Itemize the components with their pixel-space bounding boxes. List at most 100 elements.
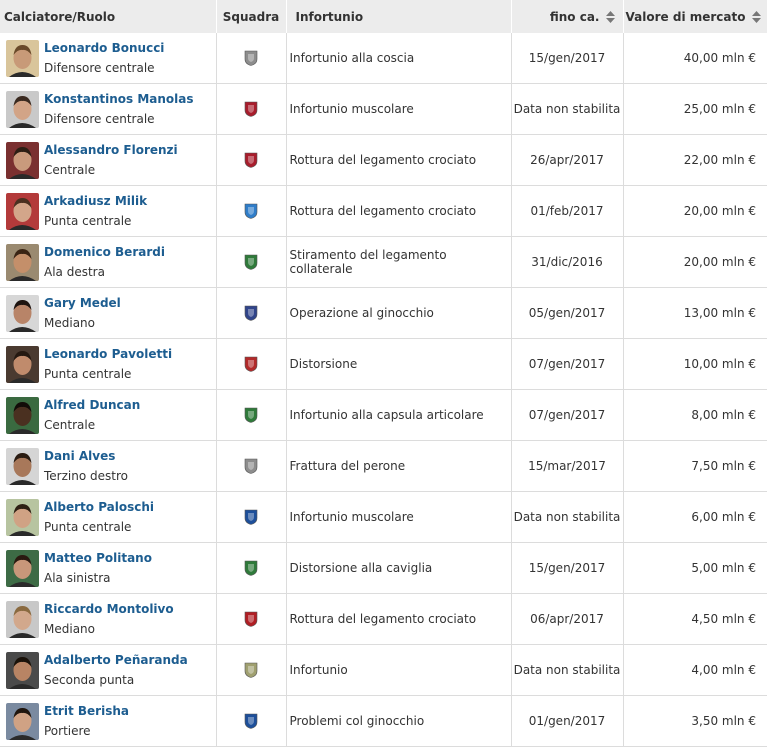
team-cell <box>215 287 287 339</box>
until-cell: 01/gen/2017 <box>511 695 624 747</box>
player-avatar[interactable] <box>6 39 39 77</box>
injury-cell: Distorsione alla caviglia <box>286 542 512 594</box>
team-cell <box>215 542 287 594</box>
player-role: Mediano <box>44 621 95 636</box>
player-avatar[interactable] <box>6 294 39 332</box>
milan-crest-icon[interactable] <box>244 611 258 627</box>
genoa-crest-icon[interactable] <box>244 356 258 372</box>
player-cell: Dani Alves Terzino destro <box>0 440 216 492</box>
header-injury[interactable]: Infortunio <box>286 0 512 33</box>
team-cell <box>215 33 287 84</box>
player-avatar[interactable] <box>6 396 39 434</box>
sort-icon[interactable] <box>605 11 615 23</box>
until-cell: Data non stabilita <box>511 83 624 135</box>
player-avatar[interactable] <box>6 447 39 485</box>
header-team[interactable]: Squadra <box>216 0 287 33</box>
player-role: Punta centrale <box>44 213 132 228</box>
until-cell: 15/gen/2017 <box>511 33 624 84</box>
player-cell: Matteo Politano Ala sinistra <box>0 542 216 594</box>
injury-cell: Frattura del perone <box>286 440 512 492</box>
table-row: Matteo Politano Ala sinistra Distorsione… <box>0 542 767 594</box>
player-name-link[interactable]: Etrit Berisha <box>44 703 129 720</box>
roma-crest-icon[interactable] <box>244 152 258 168</box>
player-cell: Riccardo Montolivo Mediano <box>0 593 216 645</box>
table-row: Leonardo Pavoletti Punta centrale Distor… <box>0 338 767 390</box>
player-avatar[interactable] <box>6 498 39 536</box>
player-avatar[interactable] <box>6 141 39 179</box>
player-role: Centrale <box>44 162 96 177</box>
player-role: Difensore centrale <box>44 60 155 75</box>
table-row: Arkadiusz Milik Punta centrale Rottura d… <box>0 185 767 237</box>
player-cell: Leonardo Pavoletti Punta centrale <box>0 338 216 390</box>
team-cell <box>215 338 287 390</box>
udinese-crest-icon[interactable] <box>244 662 258 678</box>
player-name-link[interactable]: Domenico Berardi <box>44 244 165 261</box>
player-cell: Etrit Berisha Portiere <box>0 695 216 747</box>
until-cell: 01/feb/2017 <box>511 185 624 237</box>
player-avatar[interactable] <box>6 192 39 230</box>
napoli-crest-icon[interactable] <box>244 203 258 219</box>
table-row: Adalberto Peñaranda Seconda punta Infort… <box>0 644 767 696</box>
inter-crest-icon[interactable] <box>244 305 258 321</box>
until-cell: 07/gen/2017 <box>511 389 624 441</box>
player-name-link[interactable]: Adalberto Peñaranda <box>44 652 188 669</box>
player-cell: Adalberto Peñaranda Seconda punta <box>0 644 216 696</box>
atalanta-crest-icon[interactable] <box>244 713 258 729</box>
player-avatar[interactable] <box>6 243 39 281</box>
player-role: Punta centrale <box>44 519 132 534</box>
injury-cell: Rottura del legamento crociato <box>286 134 512 186</box>
team-cell <box>215 185 287 237</box>
table-row: Riccardo Montolivo Mediano Rottura del l… <box>0 593 767 645</box>
header-until[interactable]: fino ca. <box>511 0 624 33</box>
player-name-link[interactable]: Dani Alves <box>44 448 128 465</box>
sassuolo-crest-icon[interactable] <box>244 254 258 270</box>
player-name-link[interactable]: Matteo Politano <box>44 550 152 567</box>
injury-cell: Problemi col ginocchio <box>286 695 512 747</box>
header-market-value[interactable]: Valore di mercato <box>623 0 767 33</box>
market-value-cell: 22,00 mln € <box>623 134 767 186</box>
player-role: Punta centrale <box>44 366 132 381</box>
juventus-crest-icon[interactable] <box>244 50 258 66</box>
player-role: Ala sinistra <box>44 570 111 585</box>
injury-cell: Operazione al ginocchio <box>286 287 512 339</box>
player-role: Ala destra <box>44 264 105 279</box>
player-name-link[interactable]: Leonardo Pavoletti <box>44 346 172 363</box>
team-cell <box>215 695 287 747</box>
sassuolo-crest-icon[interactable] <box>244 407 258 423</box>
sassuolo-crest-icon[interactable] <box>244 560 258 576</box>
player-name-link[interactable]: Alfred Duncan <box>44 397 140 414</box>
table-row: Alessandro Florenzi Centrale Rottura del… <box>0 134 767 186</box>
atalanta-crest-icon[interactable] <box>244 509 258 525</box>
team-cell <box>215 491 287 543</box>
market-value-cell: 25,00 mln € <box>623 83 767 135</box>
player-avatar[interactable] <box>6 651 39 689</box>
table-row: Domenico Berardi Ala destra Stiramento d… <box>0 236 767 288</box>
market-value-cell: 5,00 mln € <box>623 542 767 594</box>
until-cell: 26/apr/2017 <box>511 134 624 186</box>
injury-cell: Infortunio alla capsula articolare <box>286 389 512 441</box>
table-row: Konstantinos Manolas Difensore centrale … <box>0 83 767 135</box>
player-avatar[interactable] <box>6 90 39 128</box>
roma-crest-icon[interactable] <box>244 101 258 117</box>
player-name-link[interactable]: Arkadiusz Milik <box>44 193 147 210</box>
player-name-link[interactable]: Leonardo Bonucci <box>44 40 164 57</box>
player-name-link[interactable]: Alberto Paloschi <box>44 499 154 516</box>
injury-table: Calciatore/Ruolo Squadra Infortunio fino… <box>0 0 767 747</box>
player-name-link[interactable]: Konstantinos Manolas <box>44 91 194 108</box>
player-cell: Gary Medel Mediano <box>0 287 216 339</box>
juventus-crest-icon[interactable] <box>244 458 258 474</box>
injury-cell: Rottura del legamento crociato <box>286 593 512 645</box>
header-player[interactable]: Calciatore/Ruolo <box>0 0 217 33</box>
player-avatar[interactable] <box>6 702 39 740</box>
player-name-link[interactable]: Gary Medel <box>44 295 121 312</box>
player-name-link[interactable]: Alessandro Florenzi <box>44 142 178 159</box>
team-cell <box>215 236 287 288</box>
table-row: Etrit Berisha Portiere Problemi col gino… <box>0 695 767 747</box>
player-name-link[interactable]: Riccardo Montolivo <box>44 601 174 618</box>
player-avatar[interactable] <box>6 600 39 638</box>
sort-icon[interactable] <box>751 11 761 23</box>
player-avatar[interactable] <box>6 345 39 383</box>
player-cell: Alberto Paloschi Punta centrale <box>0 491 216 543</box>
player-avatar[interactable] <box>6 549 39 587</box>
table-row: Leonardo Bonucci Difensore centrale Info… <box>0 33 767 84</box>
